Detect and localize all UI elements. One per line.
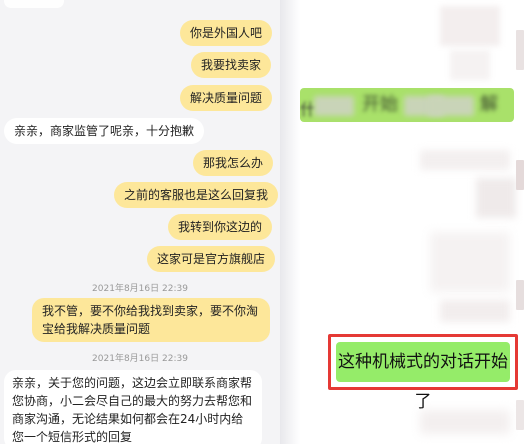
- user-message: 解决质量问题: [180, 85, 273, 111]
- blurred-content: [420, 150, 510, 170]
- user-message: 我不管，要不你给我找到卖家，要不你淘宝给我解决质量问题: [32, 298, 270, 342]
- blurred-content: [440, 300, 510, 322]
- user-message: 你是外国人吧: [180, 20, 273, 46]
- agent-message: 亲亲，关于您的问题，这边会立即联系商家帮您协商，小二会尽自己的最大的努力去帮您和…: [4, 370, 262, 444]
- highlighted-message: 这种机械式的对话开始了: [336, 342, 510, 412]
- chat-panel[interactable]: 你是外国人吧 我要找卖家 解决质量问题 亲亲，商家监管了呢亲，十分抱歉 那我怎么…: [0, 0, 280, 444]
- user-message: 那我怎么办: [193, 150, 274, 176]
- panel-divider: [280, 0, 300, 444]
- edge-decoration: [516, 160, 524, 190]
- user-message: 我要找卖家: [191, 52, 272, 78]
- blurred-content: [428, 96, 474, 116]
- agent-message: 亲亲，商家监管了呢亲，十分抱歉: [4, 118, 205, 144]
- edge-decoration: [516, 400, 524, 430]
- edge-decoration: [516, 30, 524, 70]
- blurred-content: [476, 178, 516, 218]
- blurred-content: [450, 50, 490, 80]
- cropped-message: [4, 0, 64, 8]
- blurred-text: 解: [480, 94, 498, 115]
- edge-decoration: [516, 280, 524, 310]
- user-message: 之前的客服也是这么回复我: [114, 182, 279, 208]
- blurred-content: [420, 410, 510, 434]
- timestamp: 2021年8月16日 22:39: [92, 354, 188, 364]
- blurred-content: [430, 232, 510, 292]
- user-message: 我转到你这边的: [168, 214, 273, 240]
- blurred-content: [440, 6, 500, 46]
- timestamp: 2021年8月16日 22:39: [92, 284, 188, 294]
- blurred-content: [314, 96, 354, 116]
- user-message: 这家可是官方旗舰店: [147, 246, 276, 272]
- blurred-text: 开始: [362, 94, 398, 115]
